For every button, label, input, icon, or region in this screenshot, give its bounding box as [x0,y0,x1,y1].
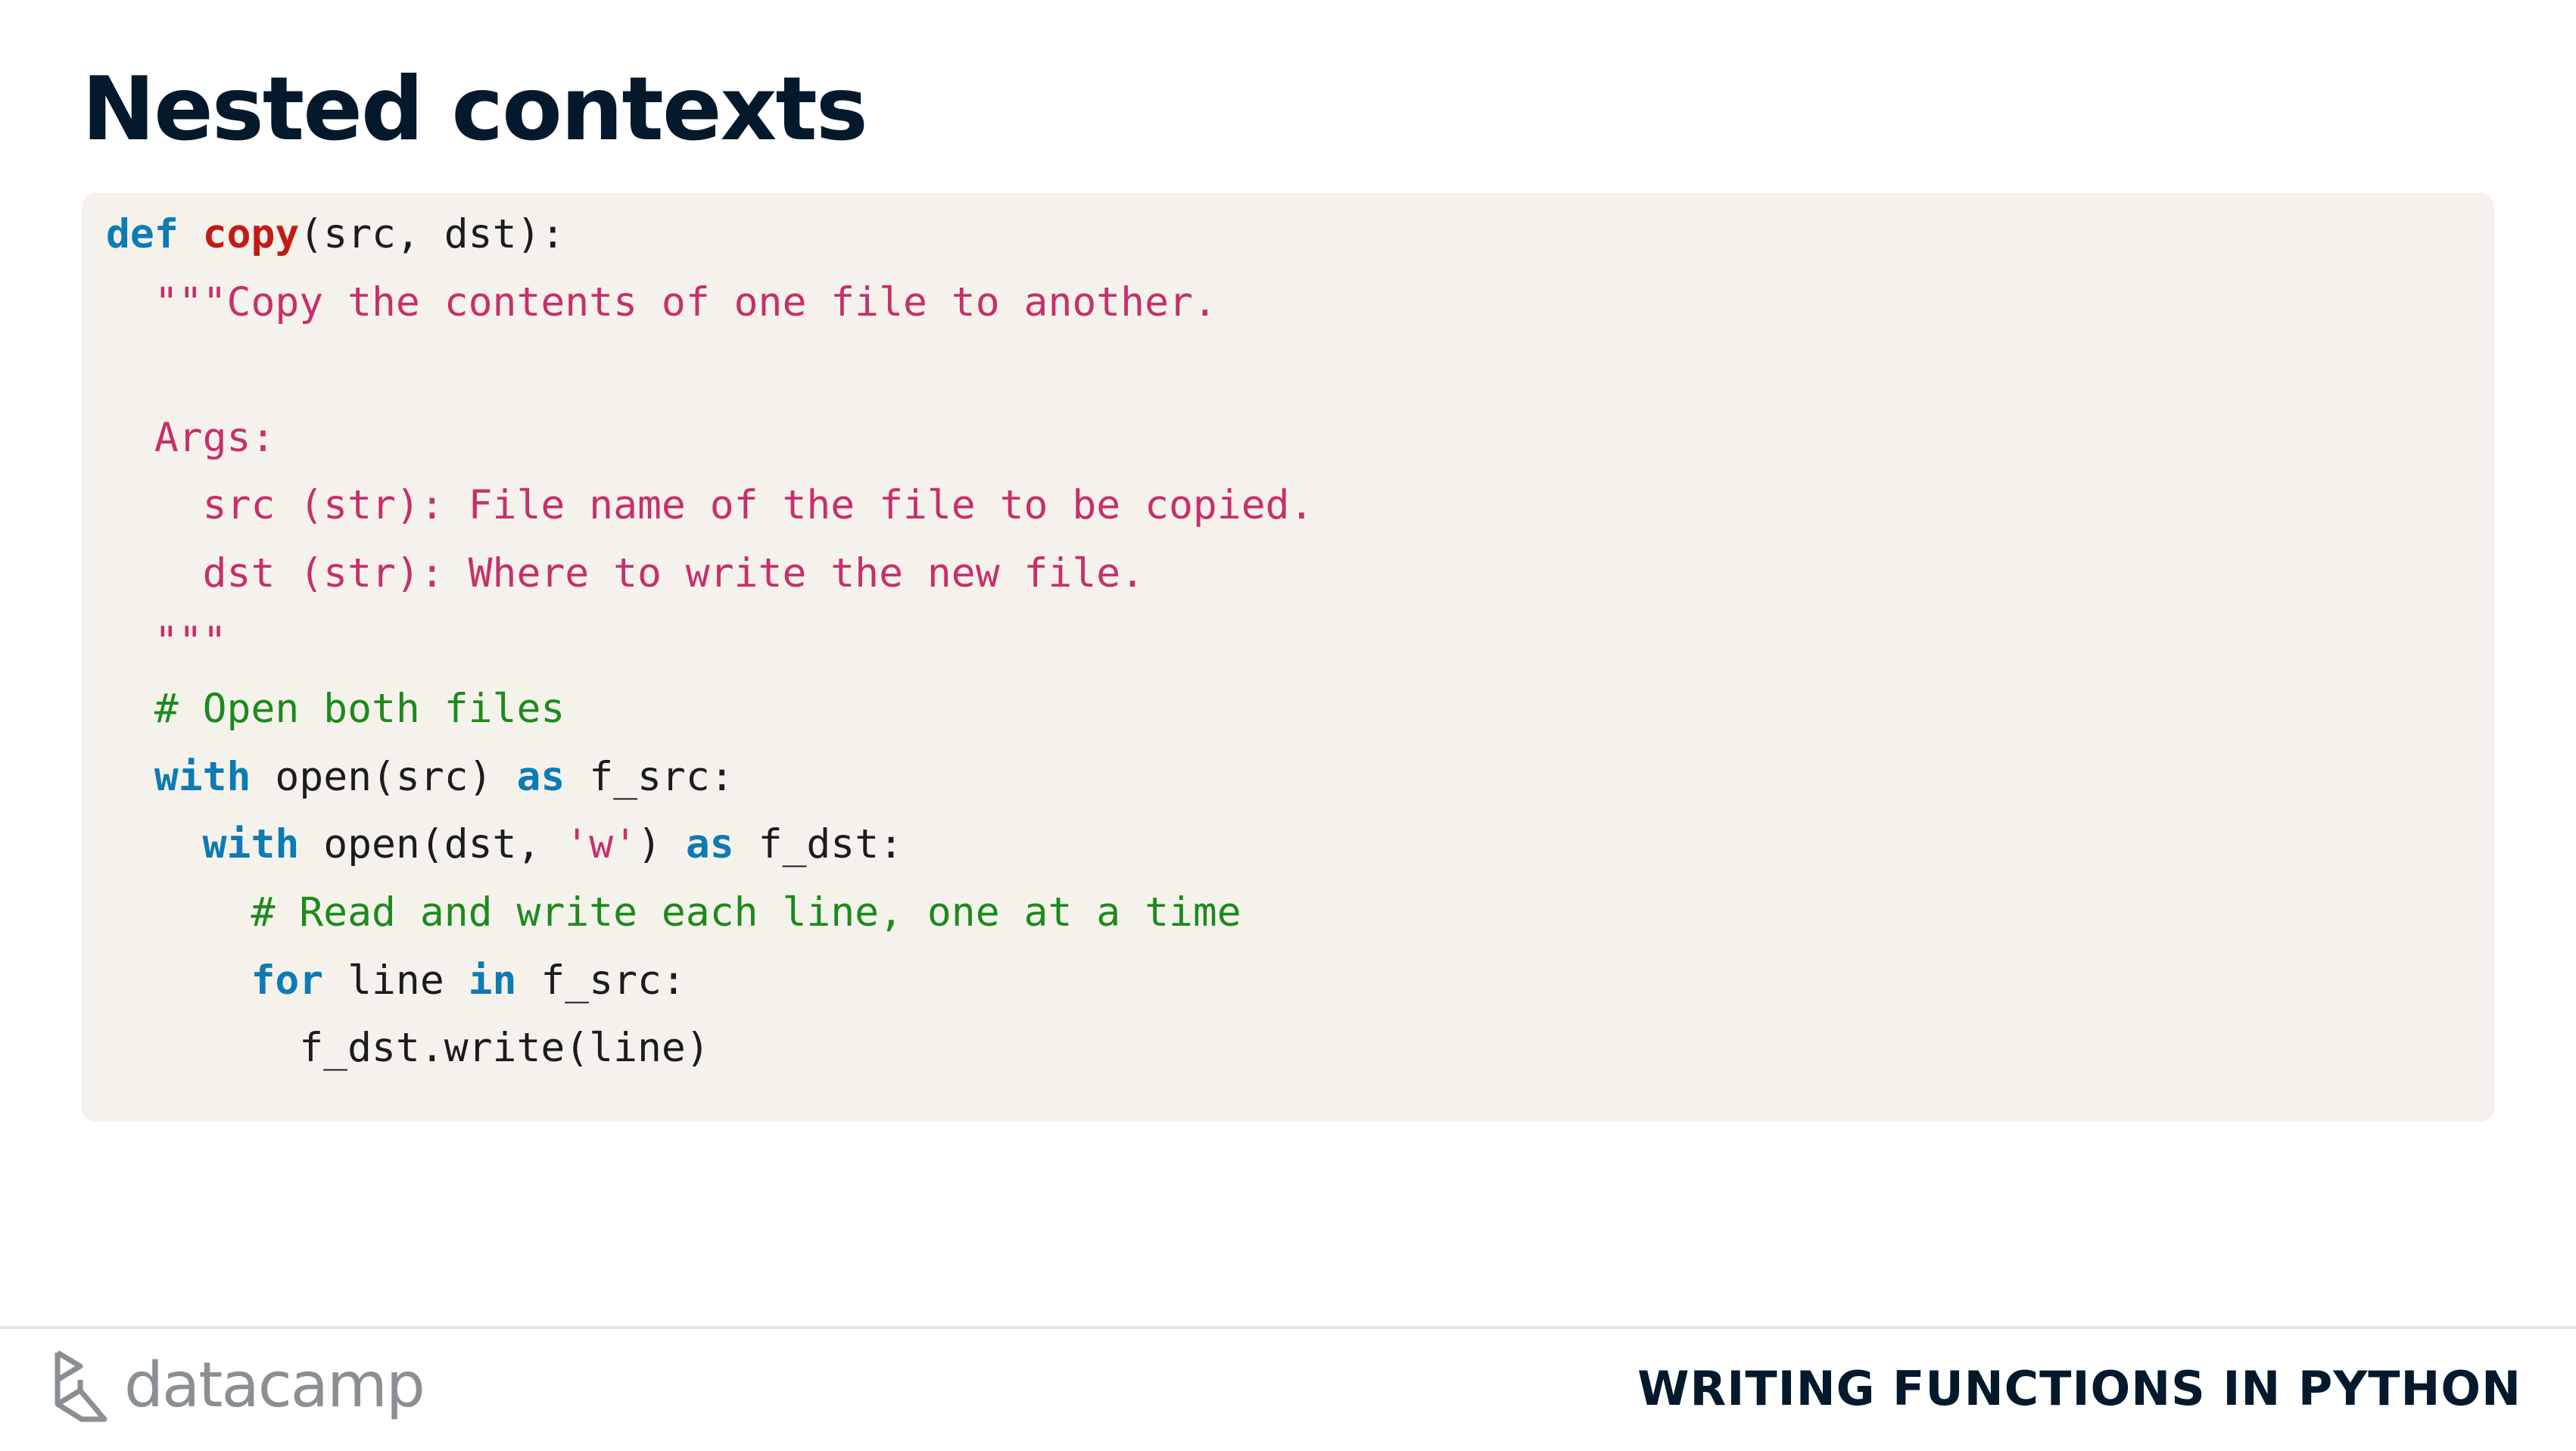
code-block: def copy(src, dst): """Copy the contents… [82,193,2494,1122]
code-token-plain: open(src) [251,753,517,800]
code-token-kw: with [202,821,300,868]
datacamp-logo-icon [51,1350,111,1422]
code-line: # Read and write each line, one at a tim… [106,879,1241,947]
page-title: Nested contexts [82,58,868,160]
code-token-str: """ [106,618,227,665]
code-token-kw: as [516,753,565,800]
code-token-str: dst (str): Where to write the new file. [106,550,1145,596]
code-token-plain: f_dst.write(line) [106,1025,710,1072]
code-line: # Open both files [106,675,565,743]
code-line: for line in f_src: [106,947,686,1015]
code-token-com: # Read and write each line, one at a tim… [106,889,1241,936]
code-token-kw: with [154,753,251,800]
code-line: f_dst.write(line) [106,1014,710,1082]
code-token-kw: for [251,957,324,1004]
code-token-str: src (str): File name of the file to be c… [106,482,1314,529]
code-token-plain: line [323,957,469,1004]
code-token-str: 'w' [565,821,638,868]
code-line: dst (str): Where to write the new file. [106,540,1145,608]
code-line: with open(src) as f_src: [106,743,734,811]
code-token-fn: copy [202,211,300,257]
code-token-plain: f_src: [516,957,686,1004]
code-token-plain: f_dst: [734,821,904,868]
code-token-com: # Open both files [106,686,565,733]
code-token-plain: open(dst, [299,821,565,868]
code-token-plain: f_src: [565,753,734,800]
code-token-str: """Copy the contents of one file to anot… [106,279,1217,325]
code-token-plain: ) [637,821,686,868]
course-title: WRITING FUNCTIONS IN PYTHON [1637,1361,2521,1416]
datacamp-logo-text: datacamp [124,1350,425,1421]
code-line: def copy(src, dst): [106,201,565,269]
code-token-kw: as [685,821,734,868]
footer-divider [0,1326,2576,1329]
datacamp-logo: datacamp [51,1344,425,1428]
code-line: with open(dst, 'w') as f_dst: [106,811,903,879]
code-token-str: Args: [106,414,276,461]
code-line: """ [106,608,227,676]
code-token-kw: def [106,211,179,257]
code-line: """Copy the contents of one file to anot… [106,269,1217,337]
code-token-kw: in [468,957,517,1004]
code-token-plain: (src, dst): [299,211,565,257]
code-line: Args: [106,404,276,472]
code-line: src (str): File name of the file to be c… [106,472,1314,540]
